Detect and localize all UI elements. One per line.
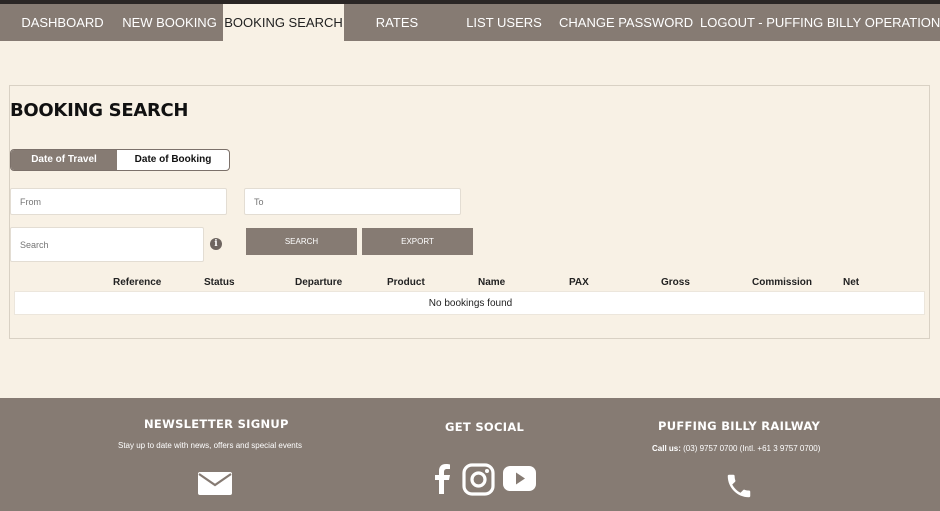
social-title: GET SOCIAL <box>445 420 525 434</box>
page-title: BOOKING SEARCH <box>10 100 189 121</box>
info-icon[interactable]: i <box>210 238 222 250</box>
footer: NEWSLETTER SIGNUP Stay up to date with n… <box>0 398 940 511</box>
nav-change-password[interactable]: CHANGE PASSWORD <box>559 4 693 41</box>
column-header-status[interactable]: Status <box>204 277 235 288</box>
contact-phone: Call us: (03) 9757 0700 (Intl. +61 3 975… <box>652 444 820 453</box>
phone-icon[interactable] <box>724 471 754 501</box>
column-header-net[interactable]: Net <box>843 277 859 288</box>
youtube-icon[interactable] <box>503 466 536 491</box>
to-date-input[interactable] <box>244 188 461 215</box>
newsletter-text: Stay up to date with news, offers and sp… <box>118 441 302 450</box>
from-date-input[interactable] <box>10 188 227 215</box>
column-header-name[interactable]: Name <box>478 277 505 288</box>
column-header-pax[interactable]: PAX <box>569 277 589 288</box>
phone-number[interactable]: (03) 9757 0700 (Intl. +61 3 9757 0700) <box>683 444 820 453</box>
date-type-toggle: Date of Travel Date of Booking <box>10 149 230 171</box>
column-header-departure[interactable]: Departure <box>295 277 342 288</box>
toggle-date-of-booking[interactable]: Date of Booking <box>117 150 229 170</box>
nav-dashboard[interactable]: DASHBOARD <box>11 4 114 41</box>
search-button[interactable]: SEARCH <box>246 228 357 255</box>
instagram-icon[interactable] <box>462 463 495 496</box>
toggle-date-of-travel[interactable]: Date of Travel <box>11 150 117 170</box>
column-header-product[interactable]: Product <box>387 277 425 288</box>
column-header-commission[interactable]: Commission <box>752 277 812 288</box>
top-nav: DASHBOARD NEW BOOKING BOOKING SEARCH RAT… <box>0 4 940 41</box>
call-label: Call us: <box>652 444 681 453</box>
column-header-reference[interactable]: Reference <box>113 277 161 288</box>
nav-new-booking[interactable]: NEW BOOKING <box>120 4 219 41</box>
column-header-gross[interactable]: Gross <box>661 277 690 288</box>
nav-logout[interactable]: LOGOUT - PUFFING BILLY OPERATIONS <box>700 4 940 41</box>
search-input[interactable] <box>10 227 204 262</box>
railway-title: PUFFING BILLY RAILWAY <box>658 419 821 433</box>
export-button[interactable]: EXPORT <box>362 228 473 255</box>
nav-list-users[interactable]: LIST USERS <box>460 4 548 41</box>
nav-booking-search[interactable]: BOOKING SEARCH <box>223 4 344 41</box>
newsletter-title: NEWSLETTER SIGNUP <box>144 417 289 431</box>
empty-results-message: No bookings found <box>428 298 513 309</box>
facebook-icon[interactable] <box>434 464 452 494</box>
results-table: No bookings found <box>14 291 925 315</box>
mail-icon[interactable] <box>198 472 232 495</box>
nav-rates[interactable]: RATES <box>362 4 432 41</box>
